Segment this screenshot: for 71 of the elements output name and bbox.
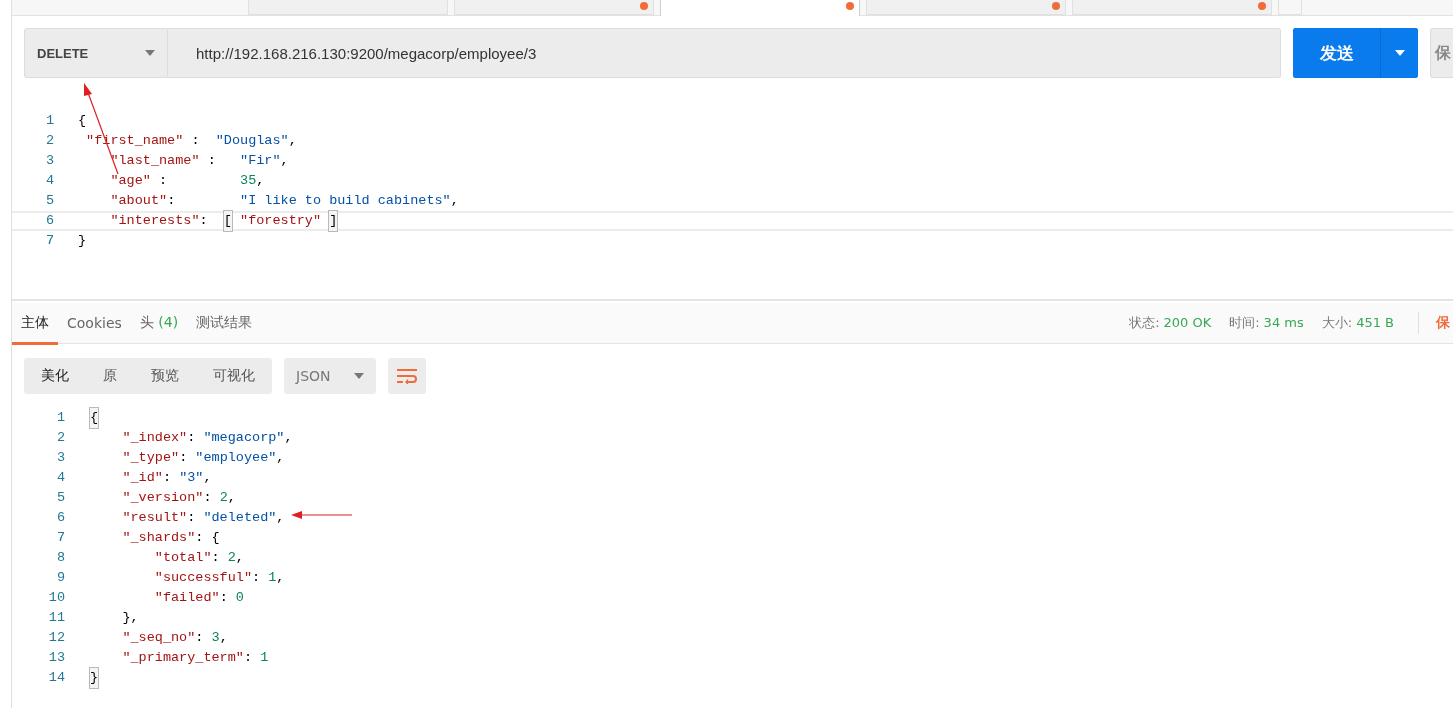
line-number: 8 [55,549,65,567]
send-options-button[interactable] [1380,28,1418,78]
request-tab[interactable] [866,0,1066,15]
code-line: "total": 2, [153,549,244,567]
line-number: 1 [55,409,65,427]
wrap-lines-button[interactable] [388,358,426,394]
code-line: { [77,112,87,130]
line-number: 3 [55,449,65,467]
line-number: 7 [55,529,65,547]
meta-value: 200 OK [1163,315,1212,330]
line-number: 5 [55,489,65,507]
request-tab[interactable] [454,0,654,15]
line-number: 2 [44,132,54,150]
line-number: 4 [55,469,65,487]
line-number: 11 [47,609,65,627]
view-mode-tab[interactable]: 原 [86,358,134,394]
code-line: "_shards": { [121,529,220,547]
meta-label: 时间: [1229,315,1260,330]
response-tab[interactable]: 主体 [12,304,58,345]
line-number: 9 [55,569,65,587]
view-mode-tab[interactable]: 预览 [134,358,196,394]
code-line: "result": "deleted", [121,509,285,527]
code-line: "_seq_no": 3, [121,629,228,647]
line-number: 7 [44,232,54,250]
code-line: "age" : 35, [109,172,265,190]
meta-value: 451 B [1356,315,1394,330]
view-mode-tab[interactable]: 可视化 [196,358,272,394]
meta-label: 状态: [1129,315,1160,330]
code-line: "_id": "3", [121,469,212,487]
line-number: 4 [44,172,54,190]
line-number: 12 [47,629,65,647]
code-line: "_type": "employee", [121,449,285,467]
meta-value: 34 ms [1263,315,1304,330]
line-number: 10 [47,589,65,607]
caret-icon [145,50,155,56]
code-line: "_index": "megacorp", [121,429,293,447]
request-tab[interactable] [660,0,860,16]
line-number: 13 [47,649,65,667]
url-field[interactable]: http://192.168.216.130:9200/megacorp/employee/3 [168,28,1281,78]
caret-icon [1394,50,1405,56]
line-number: 6 [44,212,54,230]
code-line: }, [121,609,139,627]
line-number: 2 [55,429,65,447]
method-dropdown[interactable]: DELETE [24,28,168,78]
line-number: 14 [47,669,65,687]
line-number: 6 [55,509,65,527]
wrap-icon [396,368,418,384]
response-tab[interactable]: 头 (4) [130,304,188,345]
line-number: 3 [44,152,54,170]
code-line: "_version": 2, [121,489,236,507]
request-tab[interactable] [1072,0,1272,15]
response-tab[interactable]: Cookies [58,304,131,345]
line-number: 1 [44,112,54,130]
request-tab[interactable] [248,0,448,15]
line-number: 5 [44,192,54,210]
annotation-arrow [290,510,352,520]
response-tab[interactable]: 测试结果 [187,304,262,345]
code-line: { [65,408,99,428]
code-line: "interests": [ "forestry" ] [54,211,338,231]
format-dropdown[interactable]: JSON [284,358,376,394]
code-line: "about": "I like to build cabinets", [109,192,459,210]
code-line: } [77,232,87,250]
new-tab-button[interactable] [1278,0,1302,15]
meta-label: 大小: [1321,315,1353,330]
code-line: "successful": 1, [153,569,285,587]
view-mode-tab[interactable]: 美化 [24,358,86,394]
caret-icon [354,373,364,379]
code-line: } [65,668,99,688]
code-line: "failed": 0 [153,589,244,607]
code-line: "_primary_term": 1 [121,649,269,667]
code-line: "last_name" : "Fir", [109,152,289,170]
